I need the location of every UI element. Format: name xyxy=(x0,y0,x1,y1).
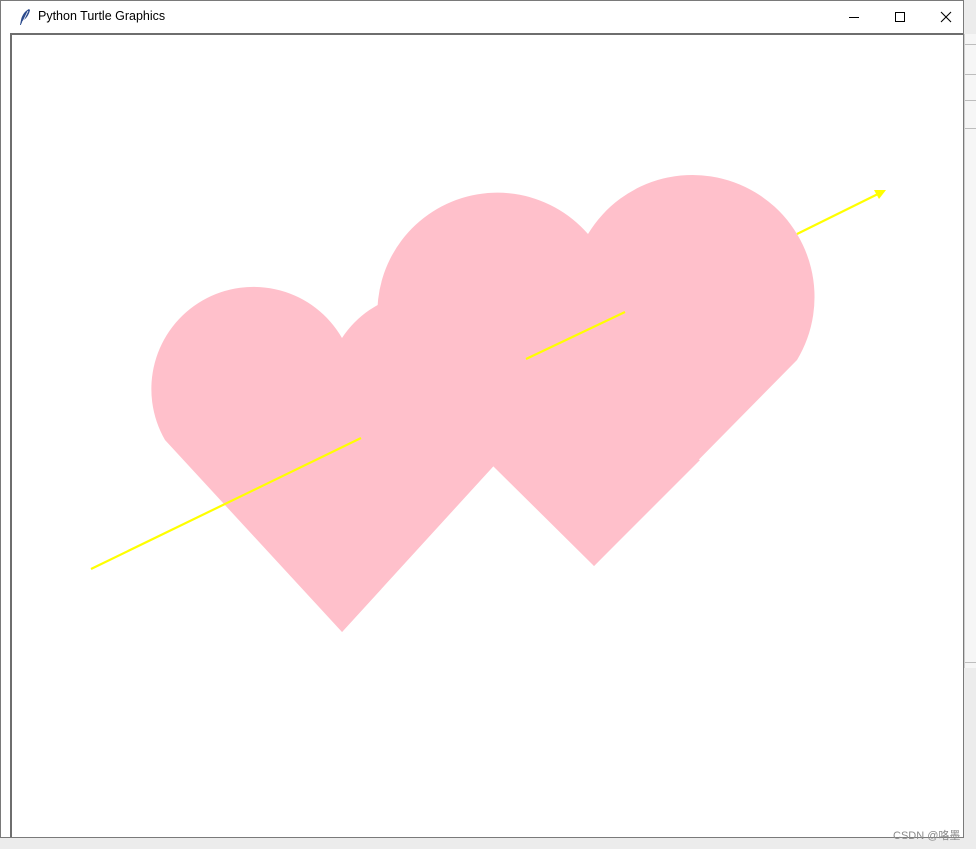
close-icon xyxy=(940,11,952,23)
feather-icon xyxy=(20,9,30,26)
watermark: CSDN @咯墨 xyxy=(893,830,961,842)
minimize-button[interactable] xyxy=(831,1,877,33)
background-window-side xyxy=(964,34,976,668)
turtle-canvas[interactable] xyxy=(12,35,963,837)
drawing xyxy=(90,174,886,632)
maximize-button[interactable] xyxy=(877,1,923,33)
minimize-icon xyxy=(849,17,859,18)
arrow-line xyxy=(796,190,885,235)
window-title: Python Turtle Graphics xyxy=(38,9,166,23)
close-button[interactable] xyxy=(923,1,969,33)
title-bar[interactable]: Python Turtle Graphics xyxy=(1,1,963,33)
maximize-icon xyxy=(895,12,905,22)
